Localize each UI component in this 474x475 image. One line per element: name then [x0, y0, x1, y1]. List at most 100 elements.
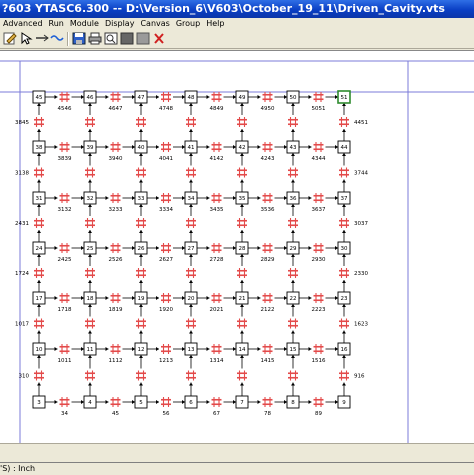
- flow-element-icon[interactable]: [237, 318, 247, 329]
- print-icon[interactable]: [88, 32, 102, 45]
- flow-element-icon[interactable]: [186, 370, 196, 381]
- flow-element-icon[interactable]: [136, 370, 146, 381]
- flow-element-icon[interactable]: [110, 243, 121, 253]
- connect-icon[interactable]: [35, 32, 49, 45]
- flow-element-icon[interactable]: [237, 370, 247, 381]
- flow-element-icon[interactable]: [85, 370, 95, 381]
- flow-element-icon[interactable]: [59, 243, 70, 253]
- menu-help[interactable]: Help: [203, 18, 227, 30]
- flow-element-icon[interactable]: [211, 142, 222, 152]
- flow-element-icon[interactable]: [313, 344, 324, 354]
- flow-element-icon[interactable]: [136, 318, 146, 329]
- flow-element-icon[interactable]: [59, 344, 70, 354]
- menu-display[interactable]: Display: [102, 18, 138, 30]
- flow-element-icon[interactable]: [85, 268, 95, 278]
- menu-run[interactable]: Run: [46, 18, 67, 30]
- flow-element-icon[interactable]: [161, 142, 171, 152]
- flow-element-icon[interactable]: [186, 318, 196, 329]
- flow-element-icon[interactable]: [161, 397, 171, 407]
- zoom-icon[interactable]: [104, 32, 118, 45]
- menu-canvas[interactable]: Canvas: [137, 18, 172, 30]
- flow-element-icon[interactable]: [288, 370, 298, 381]
- flow-element-icon[interactable]: [161, 92, 171, 102]
- flow-element-icon[interactable]: [85, 218, 95, 228]
- flow-element-icon[interactable]: [313, 193, 324, 203]
- flow-element-icon[interactable]: [339, 268, 349, 278]
- flow-element-icon[interactable]: [211, 193, 222, 203]
- flow-element-icon[interactable]: [237, 268, 247, 278]
- flow-element-icon[interactable]: [339, 167, 349, 178]
- flow-element-icon[interactable]: [237, 167, 247, 178]
- menu-module[interactable]: Module: [67, 18, 102, 30]
- flow-element-icon[interactable]: [34, 370, 44, 381]
- flow-element-icon[interactable]: [85, 318, 95, 329]
- flow-element-icon[interactable]: [136, 117, 146, 127]
- flow-element-icon[interactable]: [313, 92, 324, 102]
- flow-element-icon[interactable]: [136, 268, 146, 278]
- flow-element-icon[interactable]: [186, 117, 196, 127]
- flow-element-icon[interactable]: [110, 344, 121, 354]
- flow-element-icon[interactable]: [262, 397, 273, 407]
- flow-element-icon[interactable]: [237, 117, 247, 127]
- flow-element-icon[interactable]: [34, 268, 44, 278]
- flow-element-icon[interactable]: [211, 243, 222, 253]
- flow-element-icon[interactable]: [161, 193, 171, 203]
- flow-element-icon[interactable]: [59, 193, 70, 203]
- flow-element-icon[interactable]: [262, 344, 273, 354]
- flow-element-icon[interactable]: [34, 218, 44, 228]
- flow-element-icon[interactable]: [136, 218, 146, 228]
- flow-element-icon[interactable]: [288, 117, 298, 127]
- flow-element-icon[interactable]: [110, 397, 121, 407]
- flow-element-icon[interactable]: [110, 293, 121, 303]
- flow-element-icon[interactable]: [59, 293, 70, 303]
- edit-icon[interactable]: [3, 32, 17, 45]
- flow-element-icon[interactable]: [262, 243, 273, 253]
- drawing-canvas[interactable]: 4546 4647 4748 4849 4950 5051 3839 3940 4041 4142…: [0, 50, 474, 443]
- flow-element-icon[interactable]: [110, 193, 121, 203]
- flow-element-icon[interactable]: [161, 243, 171, 253]
- flow-element-icon[interactable]: [339, 218, 349, 228]
- flow-element-icon[interactable]: [136, 167, 146, 178]
- flow-element-icon[interactable]: [34, 167, 44, 178]
- save-icon[interactable]: [72, 32, 86, 45]
- flow-element-icon[interactable]: [262, 193, 273, 203]
- flow-element-icon[interactable]: [237, 218, 247, 228]
- flow-element-icon[interactable]: [59, 92, 70, 102]
- flow-element-icon[interactable]: [85, 167, 95, 178]
- flow-element-icon[interactable]: [339, 370, 349, 381]
- flow-element-icon[interactable]: [288, 218, 298, 228]
- flow-element-icon[interactable]: [186, 218, 196, 228]
- flow-element-icon[interactable]: [110, 92, 121, 102]
- flow-element-icon[interactable]: [211, 344, 222, 354]
- flow-element-icon[interactable]: [313, 397, 324, 407]
- grey-box-icon[interactable]: [136, 32, 150, 45]
- flow-element-icon[interactable]: [262, 142, 273, 152]
- wave-icon[interactable]: [50, 32, 64, 45]
- flow-element-icon[interactable]: [161, 344, 171, 354]
- flow-element-icon[interactable]: [211, 293, 222, 303]
- flow-element-icon[interactable]: [288, 167, 298, 178]
- flow-element-icon[interactable]: [313, 142, 324, 152]
- flow-element-icon[interactable]: [211, 397, 222, 407]
- flow-element-icon[interactable]: [288, 318, 298, 329]
- flow-element-icon[interactable]: [59, 397, 70, 407]
- menu-group[interactable]: Group: [173, 18, 203, 30]
- flow-element-icon[interactable]: [110, 142, 121, 152]
- stop-icon[interactable]: [120, 32, 134, 45]
- flow-element-icon[interactable]: [34, 318, 44, 329]
- flow-element-icon[interactable]: [186, 167, 196, 178]
- flow-element-icon[interactable]: [34, 117, 44, 127]
- menu-advanced[interactable]: Advanced: [0, 18, 46, 30]
- flow-element-icon[interactable]: [339, 117, 349, 127]
- flow-element-icon[interactable]: [339, 318, 349, 329]
- flow-element-icon[interactable]: [211, 92, 222, 102]
- cursor-icon[interactable]: [19, 32, 33, 45]
- flow-element-icon[interactable]: [59, 142, 70, 152]
- close-x-icon[interactable]: [152, 32, 166, 45]
- flow-element-icon[interactable]: [313, 293, 324, 303]
- flow-element-icon[interactable]: [161, 293, 171, 303]
- flow-element-icon[interactable]: [288, 268, 298, 278]
- flow-element-icon[interactable]: [262, 92, 273, 102]
- flow-element-icon[interactable]: [85, 117, 95, 127]
- flow-element-icon[interactable]: [313, 243, 324, 253]
